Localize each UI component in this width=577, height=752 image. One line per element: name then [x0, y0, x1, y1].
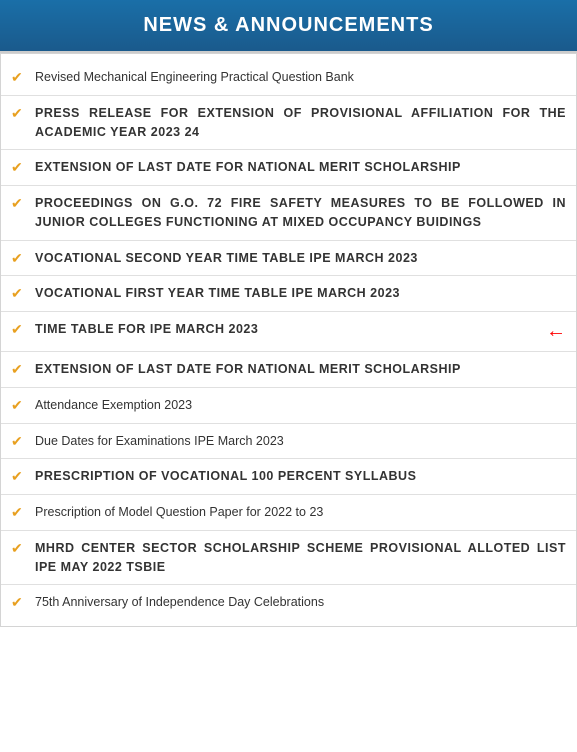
check-icon: ✔ [11, 397, 25, 414]
news-item-text: Attendance Exemption 2023 [35, 396, 566, 415]
list-item[interactable]: ✔ MHRD CENTER SECTOR SCHOLARSHIP SCHEME P… [1, 531, 576, 586]
news-item-text: VOCATIONAL FIRST YEAR TIME TABLE IPE MAR… [35, 284, 566, 303]
list-item[interactable]: ✔ PRESCRIPTION OF VOCATIONAL 100 PERCENT … [1, 459, 576, 495]
check-icon: ✔ [11, 105, 25, 122]
list-item[interactable]: ✔ 75th Anniversary of Independence Day Ce… [1, 585, 576, 620]
check-icon: ✔ [11, 285, 25, 302]
news-item-text: TIME TABLE FOR IPE MARCH 2023 [35, 320, 538, 339]
check-icon: ✔ [11, 69, 25, 86]
news-list: ✔ Revised Mechanical Engineering Practica… [0, 53, 577, 627]
news-item-text: 75th Anniversary of Independence Day Cel… [35, 593, 566, 612]
news-item-text: VOCATIONAL SECOND YEAR TIME TABLE IPE MA… [35, 249, 566, 268]
list-item[interactable]: ✔ Revised Mechanical Engineering Practica… [1, 60, 576, 96]
check-icon: ✔ [11, 468, 25, 485]
list-item[interactable]: ✔ EXTENSION OF LAST DATE FOR NATIONAL MER… [1, 150, 576, 186]
check-icon: ✔ [11, 594, 25, 611]
header-title: NEWS & ANNOUNCEMENTS [143, 14, 433, 36]
news-item-text: Due Dates for Examinations IPE March 202… [35, 432, 566, 451]
check-icon: ✔ [11, 159, 25, 176]
news-item-text: PROCEEDINGS ON G.O. 72 FIRE SAFETY MEASU… [35, 194, 566, 232]
news-item-text: EXTENSION OF LAST DATE FOR NATIONAL MERI… [35, 158, 566, 177]
check-icon: ✔ [11, 195, 25, 212]
list-item[interactable]: ✔ VOCATIONAL SECOND YEAR TIME TABLE IPE M… [1, 241, 576, 277]
news-item-text: Prescription of Model Question Paper for… [35, 503, 566, 522]
check-icon: ✔ [11, 321, 25, 338]
news-item-text: EXTENSION OF LAST DATE FOR NATIONAL MERI… [35, 360, 566, 379]
list-item[interactable]: ✔ Due Dates for Examinations IPE March 20… [1, 424, 576, 460]
news-item-text: PRESCRIPTION OF VOCATIONAL 100 PERCENT S… [35, 467, 566, 486]
news-item-text: MHRD CENTER SECTOR SCHOLARSHIP SCHEME PR… [35, 539, 566, 577]
check-icon: ✔ [11, 433, 25, 450]
list-item[interactable]: ✔ EXTENSION OF LAST DATE FOR NATIONAL MER… [1, 352, 576, 388]
news-item-text: PRESS RELEASE FOR EXTENSION OF PROVISION… [35, 104, 566, 142]
list-item[interactable]: ✔ Prescription of Model Question Paper fo… [1, 495, 576, 531]
list-item[interactable]: ✔ PROCEEDINGS ON G.O. 72 FIRE SAFETY MEAS… [1, 186, 576, 241]
header: NEWS & ANNOUNCEMENTS [0, 0, 577, 53]
red-arrow-icon: ← [546, 320, 566, 343]
list-item[interactable]: ✔ PRESS RELEASE FOR EXTENSION OF PROVISIO… [1, 96, 576, 151]
check-icon: ✔ [11, 361, 25, 378]
check-icon: ✔ [11, 504, 25, 521]
list-item[interactable]: ✔ TIME TABLE FOR IPE MARCH 2023 ← [1, 312, 576, 352]
list-item[interactable]: ✔ VOCATIONAL FIRST YEAR TIME TABLE IPE MA… [1, 276, 576, 312]
check-icon: ✔ [11, 250, 25, 267]
check-icon: ✔ [11, 540, 25, 557]
list-item[interactable]: ✔ Attendance Exemption 2023 [1, 388, 576, 424]
news-item-text: Revised Mechanical Engineering Practical… [35, 68, 566, 87]
